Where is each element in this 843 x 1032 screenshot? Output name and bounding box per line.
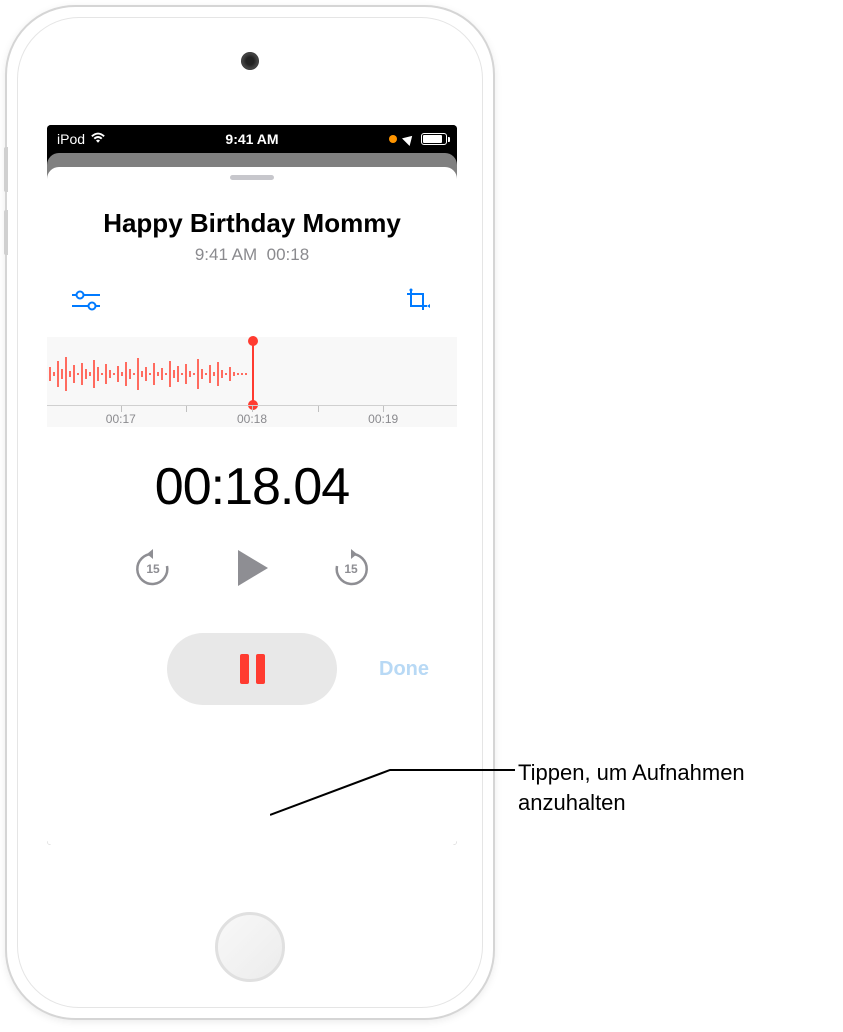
ruler-tick-prev: 00:17 — [106, 412, 136, 426]
device-frame: iPod 9:41 AM Happy Birthday Mommy 9:41 A… — [5, 5, 495, 1020]
carrier-label: iPod — [57, 131, 85, 147]
callout-leader-line — [270, 765, 520, 825]
waveform-scrubber[interactable]: 00:17 00:18 00:19 — [47, 337, 457, 427]
sheet-grabber[interactable] — [230, 175, 274, 180]
recording-title[interactable]: Happy Birthday Mommy — [47, 208, 457, 239]
done-button[interactable]: Done — [379, 658, 429, 681]
status-time: 9:41 AM — [225, 131, 278, 147]
elapsed-time: 00:18.04 — [47, 457, 457, 517]
front-camera — [241, 52, 259, 70]
playhead[interactable] — [252, 341, 254, 405]
screen: iPod 9:41 AM Happy Birthday Mommy 9:41 A… — [47, 125, 457, 845]
pause-recording-button[interactable] — [167, 633, 337, 705]
recording-created-time: 9:41 AM — [195, 245, 257, 264]
callout-text: Tippen, um Aufnahmen anzuhalten — [518, 758, 745, 817]
skip-back-button[interactable]: 15 — [133, 548, 173, 588]
recording-indicator-icon — [389, 135, 397, 143]
pause-icon — [240, 654, 265, 684]
svg-text:15: 15 — [344, 562, 358, 576]
settings-icon[interactable] — [71, 289, 101, 313]
status-bar: iPod 9:41 AM — [47, 125, 457, 153]
trim-icon[interactable] — [403, 289, 433, 313]
ruler-tick-next: 00:19 — [368, 412, 398, 426]
battery-icon — [421, 133, 447, 145]
recording-duration: 00:18 — [267, 245, 310, 264]
svg-text:15: 15 — [146, 562, 160, 576]
skip-forward-button[interactable]: 15 — [331, 548, 371, 588]
wifi-icon — [90, 131, 106, 147]
recording-sheet: Happy Birthday Mommy 9:41 AM 00:18 — [47, 167, 457, 845]
location-icon — [402, 132, 416, 146]
volume-buttons — [4, 147, 8, 273]
recording-meta: 9:41 AM 00:18 — [47, 245, 457, 265]
time-ruler: 00:17 00:18 00:19 — [47, 405, 457, 427]
ruler-tick-current: 00:18 — [237, 412, 267, 426]
home-button[interactable] — [215, 912, 285, 982]
play-button[interactable] — [231, 547, 273, 589]
waveform-graphic — [47, 349, 252, 399]
